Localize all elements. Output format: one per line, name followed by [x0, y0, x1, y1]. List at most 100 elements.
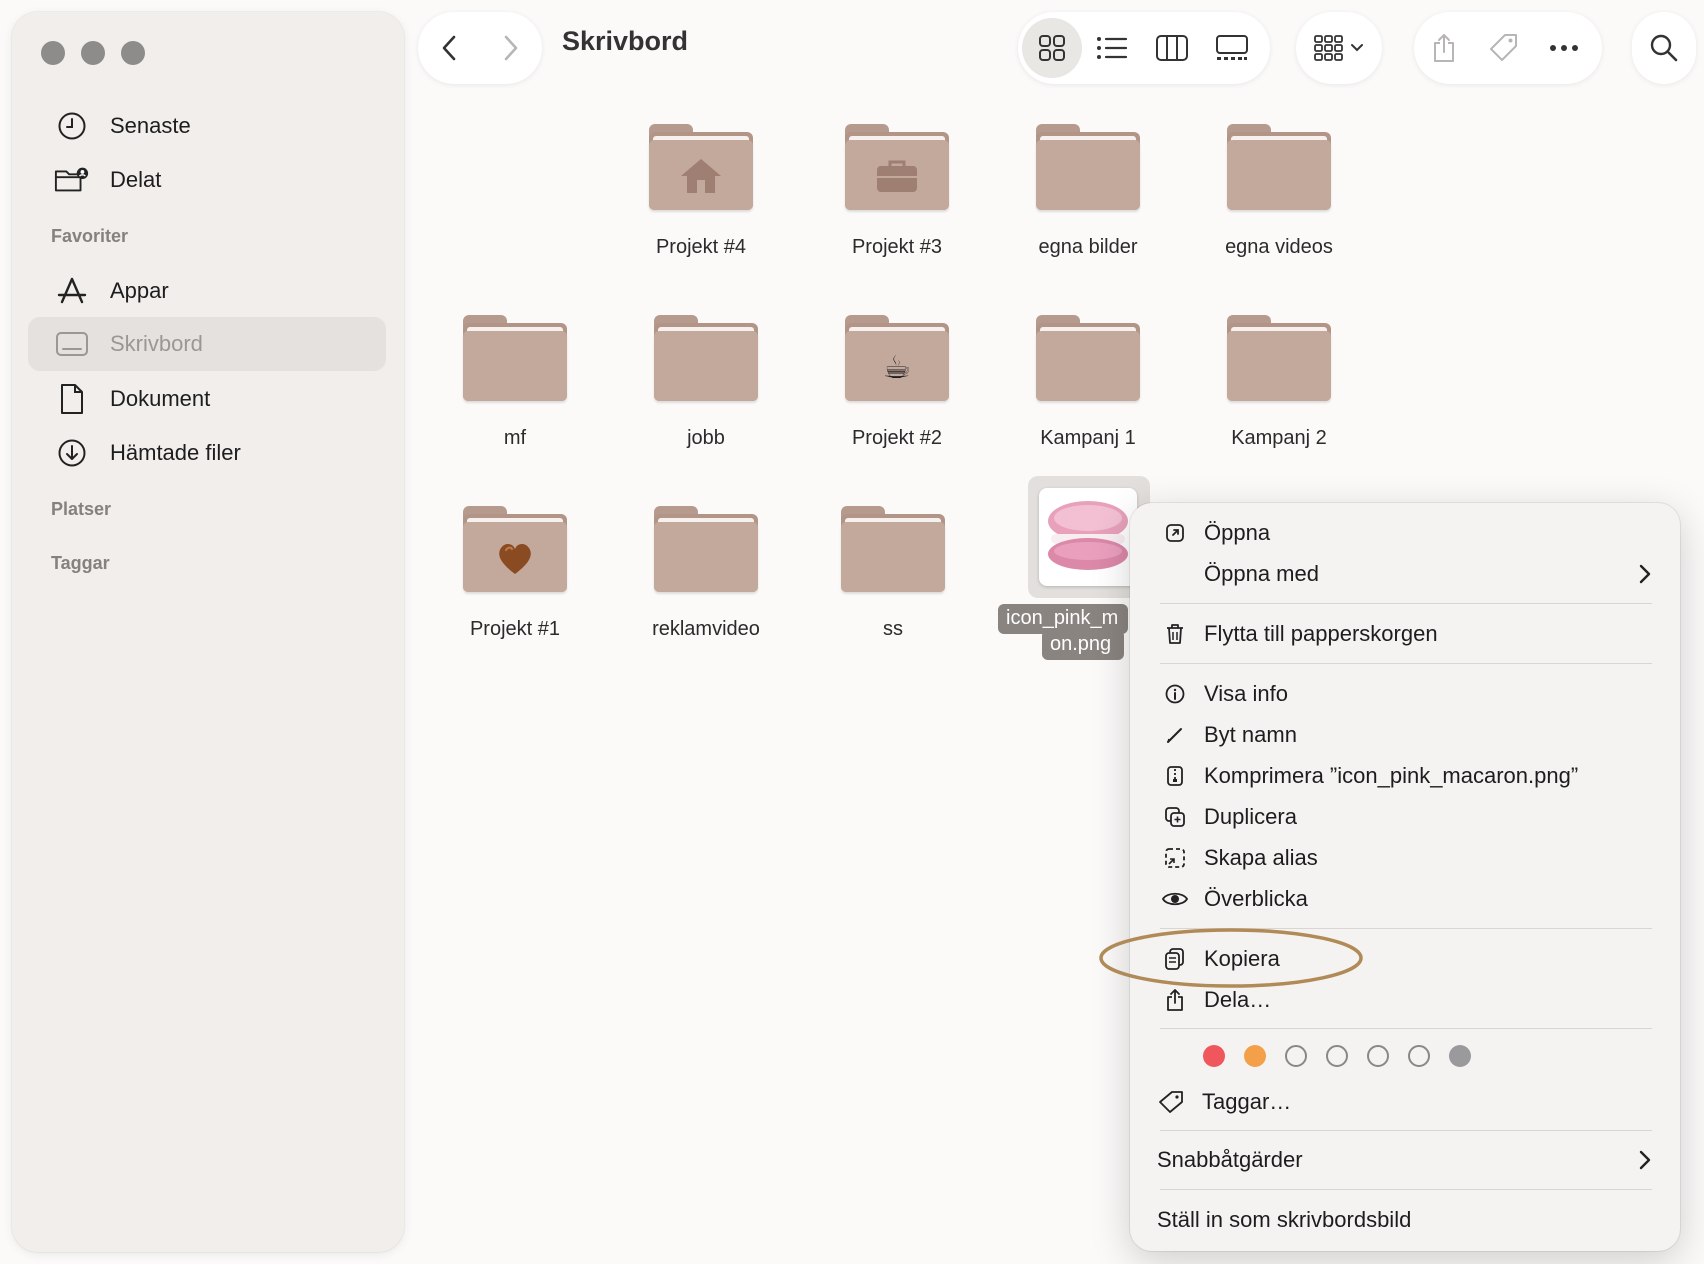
- minimize-window-button[interactable]: [81, 41, 105, 65]
- sidebar-item-label: Dokument: [110, 386, 211, 411]
- back-button[interactable]: [420, 18, 480, 78]
- folder-icon: [845, 124, 949, 210]
- menu-item-label: Överblicka: [1204, 886, 1308, 911]
- chevron-left-icon: [442, 35, 456, 61]
- menu-item-make-alias[interactable]: Skapa alias: [1130, 838, 1680, 878]
- menu-item-label: Flytta till papperskorgen: [1204, 621, 1438, 646]
- item-name: jobb: [687, 427, 725, 449]
- item-name: egna bilder: [1038, 236, 1138, 258]
- duplicate-icon: [1160, 806, 1190, 828]
- menu-item-move-to-trash[interactable]: Flytta till papperskorgen: [1130, 614, 1680, 654]
- menu-separator: [1160, 1028, 1652, 1029]
- window-title: Skrivbord: [562, 26, 689, 56]
- menu-item-set-desktop-picture[interactable]: Ställ in som skrivbordsbild: [1130, 1200, 1680, 1240]
- menu-item-quick-actions[interactable]: Snabbåtgärder: [1130, 1140, 1680, 1180]
- tag-color-green[interactable]: [1326, 1045, 1348, 1067]
- item-name: Projekt #1: [469, 618, 561, 640]
- item-name: mf: [503, 427, 527, 449]
- zoom-window-button[interactable]: [121, 41, 145, 65]
- forward-button[interactable]: [480, 18, 540, 78]
- menu-item-tags[interactable]: Taggar…: [1130, 1082, 1680, 1122]
- item-name: Kampanj 2: [1231, 427, 1327, 449]
- menu-item-compress[interactable]: Komprimera ”icon_pink_macaron.png”: [1130, 756, 1680, 796]
- menu-item-quick-look[interactable]: Överblicka: [1130, 879, 1680, 919]
- file-name-line: icon_pink_m: [1006, 607, 1119, 629]
- menu-separator: [1160, 663, 1652, 664]
- gallery-view-button[interactable]: [1202, 18, 1262, 78]
- folder-item[interactable]: ☕ Projekt #2: [802, 315, 992, 450]
- sidebar-item-label: Appar: [110, 278, 169, 303]
- sidebar-item-skrivbord[interactable]: Skrivbord: [28, 317, 386, 371]
- folder-item[interactable]: Projekt #4: [606, 124, 796, 259]
- item-name: reklamvideo: [652, 618, 760, 640]
- menu-item-label: Komprimera ”icon_pink_macaron.png”: [1204, 763, 1579, 788]
- menu-separator: [1160, 1189, 1652, 1190]
- desktop-icon: [54, 326, 90, 362]
- menu-item-open[interactable]: Öppna: [1130, 513, 1680, 553]
- sidebar-item-dokument[interactable]: Dokument: [28, 372, 386, 426]
- more-button[interactable]: [1534, 18, 1594, 78]
- chevron-right-icon: [1639, 1150, 1651, 1170]
- heart-icon: [499, 543, 531, 574]
- folder-item[interactable]: Kampanj 2: [1184, 315, 1374, 450]
- folder-item[interactable]: Projekt #3: [802, 124, 992, 259]
- folder-item[interactable]: mf: [420, 315, 610, 450]
- download-icon: [54, 435, 90, 471]
- menu-item-rename[interactable]: Byt namn: [1130, 715, 1680, 755]
- item-name: Projekt #4: [655, 236, 747, 258]
- folder-item[interactable]: Projekt #1: [420, 506, 610, 641]
- folder-item[interactable]: reklamvideo: [611, 506, 801, 641]
- menu-item-get-info[interactable]: Visa info: [1130, 674, 1680, 714]
- folder-item[interactable]: egna bilder: [993, 124, 1183, 259]
- tag-button[interactable]: [1474, 18, 1534, 78]
- share-button[interactable]: [1414, 18, 1474, 78]
- alias-icon: [1160, 847, 1190, 869]
- window-controls: [41, 41, 145, 65]
- column-view-button[interactable]: [1142, 18, 1202, 78]
- finder-window: Senaste Delat Favoriter Appar Skrivbord: [0, 0, 1704, 1264]
- tag-color-blue[interactable]: [1367, 1045, 1389, 1067]
- pencil-icon: [1160, 725, 1190, 745]
- menu-item-label: Öppna med: [1204, 561, 1319, 586]
- menu-item-label: Ställ in som skrivbordsbild: [1157, 1207, 1412, 1232]
- tag-color-yellow[interactable]: [1285, 1045, 1307, 1067]
- context-menu: Öppna Öppna med Flytta till papperskorge…: [1130, 503, 1680, 1251]
- menu-item-label: Öppna: [1204, 520, 1271, 545]
- briefcase-icon: [877, 160, 917, 192]
- group-by-icon: [1314, 35, 1363, 61]
- folder-icon: [654, 315, 758, 401]
- menu-item-open-with[interactable]: Öppna med: [1130, 554, 1680, 594]
- tags-heading[interactable]: Taggar: [51, 553, 110, 574]
- folder-item[interactable]: Kampanj 1: [993, 315, 1183, 450]
- list-view-button[interactable]: [1082, 18, 1142, 78]
- places-heading[interactable]: Platser: [51, 499, 111, 520]
- folder-item[interactable]: egna videos: [1184, 124, 1374, 259]
- favorites-heading: Favoriter: [51, 226, 129, 246]
- folder-item[interactable]: jobb: [611, 315, 801, 450]
- sidebar-item-delat[interactable]: Delat: [28, 153, 386, 207]
- tag-color-purple[interactable]: [1408, 1045, 1430, 1067]
- search-icon: [1650, 34, 1678, 62]
- tag-color-red[interactable]: [1203, 1045, 1225, 1067]
- tag-color-gray[interactable]: [1449, 1045, 1471, 1067]
- open-icon: [1160, 523, 1190, 543]
- group-by-button[interactable]: [1296, 12, 1382, 84]
- tag-color-orange[interactable]: [1244, 1045, 1266, 1067]
- sidebar-item-label: Delat: [110, 167, 162, 192]
- folder-icon: [1227, 124, 1331, 210]
- sidebar-item-hamtade-filer[interactable]: Hämtade filer: [28, 426, 386, 480]
- menu-item-label: Visa info: [1204, 681, 1288, 706]
- folder-item[interactable]: ss: [798, 506, 988, 641]
- sidebar-item-appar[interactable]: Appar: [28, 264, 386, 318]
- shared-folder-icon: [54, 162, 90, 198]
- sidebar-item-senaste[interactable]: Senaste: [28, 99, 386, 153]
- menu-item-duplicate[interactable]: Duplicera: [1130, 797, 1680, 837]
- item-name: egna videos: [1225, 236, 1333, 258]
- close-window-button[interactable]: [41, 41, 65, 65]
- archive-icon: [1160, 765, 1190, 787]
- clock-icon: [54, 108, 90, 144]
- tag-icon: [1490, 34, 1517, 61]
- search-button[interactable]: [1632, 12, 1696, 84]
- menu-item-label: Snabbåtgärder: [1157, 1147, 1303, 1172]
- icon-view-button[interactable]: [1022, 18, 1082, 78]
